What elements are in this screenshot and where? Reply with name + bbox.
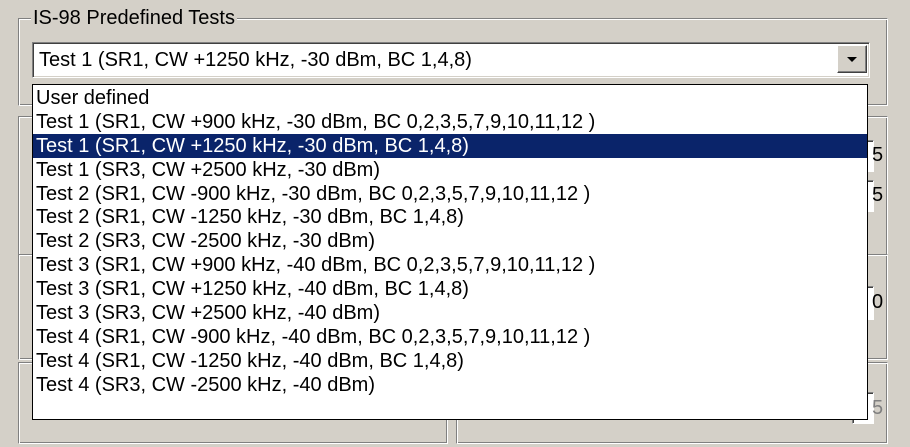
dropdown-option[interactable]: Test 4 (SR1, CW -1250 kHz, -40 dBm, BC 1… [33,349,867,373]
background-field-2-value: 5 [872,184,884,206]
dropdown-option[interactable]: Test 1 (SR1, CW +900 kHz, -30 dBm, BC 0,… [33,110,867,134]
combobox-selected-value: Test 1 (SR1, CW +1250 kHz, -30 dBm, BC 1… [39,49,472,71]
dropdown-option[interactable]: Test 3 (SR1, CW +1250 kHz, -40 dBm, BC 1… [33,277,867,301]
dropdown-option[interactable]: Test 3 (SR3, CW +2500 kHz, -40 dBm) [33,301,867,325]
combobox-dropdown-button[interactable] [837,45,867,73]
background-field-1-value: 5 [872,144,884,166]
dropdown-options: User defined Test 1 (SR1, CW +900 kHz, -3… [33,85,867,397]
background-field-3-value: 0 [872,291,884,313]
groupbox-title: IS-98 Predefined Tests [31,6,237,30]
dropdown-option[interactable]: Test 4 (SR1, CW -900 kHz, -40 dBm, BC 0,… [33,325,867,349]
dropdown-option[interactable]: Test 2 (SR1, CW -1250 kHz, -30 dBm, BC 1… [33,205,867,229]
background-field-4-value: 5 [872,397,884,419]
dropdown-option[interactable]: Test 4 (SR3, CW -2500 kHz, -40 dBm) [33,373,867,397]
dropdown-option[interactable]: User defined [33,86,867,110]
dropdown-option[interactable]: Test 3 (SR1, CW +900 kHz, -40 dBm, BC 0,… [33,253,867,277]
predefined-tests-combobox[interactable]: Test 1 (SR1, CW +1250 kHz, -30 dBm, BC 1… [32,42,870,78]
predefined-tests-dropdown-list[interactable]: User defined Test 1 (SR1, CW +900 kHz, -3… [32,84,868,420]
dropdown-option[interactable]: Test 2 (SR1, CW -900 kHz, -30 dBm, BC 0,… [33,182,867,206]
chevron-down-icon [847,57,857,62]
dropdown-option[interactable]: Test 1 (SR3, CW +2500 kHz, -30 dBm) [33,158,867,182]
dropdown-option[interactable]: Test 2 (SR3, CW -2500 kHz, -30 dBm) [33,229,867,253]
dropdown-option[interactable]: Test 1 (SR1, CW +1250 kHz, -30 dBm, BC 1… [33,133,867,158]
